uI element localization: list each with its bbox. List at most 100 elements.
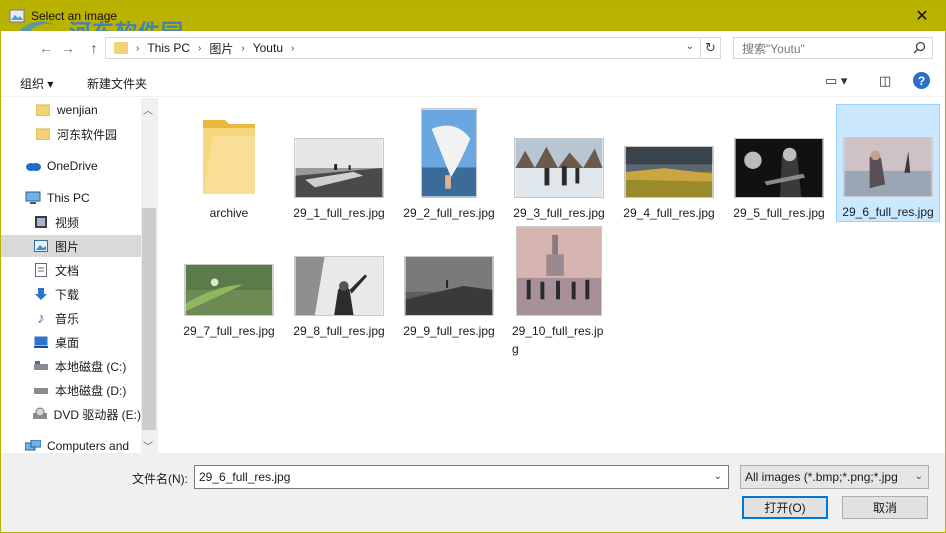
cloud-icon [25,158,41,174]
file-item-image[interactable]: 29_4_full_res.jpg [619,106,719,222]
file-name: archive [209,206,249,220]
cancel-button[interactable]: 取消 [842,496,928,519]
folder-icon [203,120,255,194]
search-icon [913,41,926,54]
image-thumbnail [294,138,384,198]
file-name: 29_7_full_res.jpg [183,324,275,338]
file-name: 29_5_full_res.jpg [733,206,825,220]
search-input[interactable]: 搜索"Youtu" [733,37,933,59]
sidebar-item-music[interactable]: ♪ 音乐 [1,307,141,329]
preview-pane-icon[interactable]: ◫ [879,73,891,89]
chevron-down-icon[interactable]: ﹀ [143,438,153,453]
sidebar-item-drive-d[interactable]: 本地磁盘 (D:) [1,379,141,401]
file-name: 29_4_full_res.jpg [623,206,715,220]
back-arrow-icon: ← [39,40,53,56]
sidebar-item-network[interactable]: Computers and [1,435,141,453]
back-button[interactable]: ← [37,39,55,57]
file-name: 29_8_full_res.jpg [293,324,385,338]
search-placeholder: 搜索"Youtu" [742,41,805,56]
file-type-select[interactable]: All images (*.bmp;*.png;*.jpg ⌄ [740,465,929,489]
address-bar[interactable]: › This PC › 图片 › Youtu › ⌄ [105,37,721,59]
help-icon[interactable]: ? [913,72,930,89]
file-item-image-selected[interactable]: 29_6_full_res.jpg [836,104,940,222]
sidebar-item-drive-c[interactable]: 本地磁盘 (C:) [1,355,141,377]
refresh-icon: ↻ [705,40,716,55]
desktop-icon [33,334,49,350]
sidebar-item-label: 音乐 [55,311,80,326]
image-thumbnail [624,146,714,198]
close-button[interactable]: ✕ [899,1,945,31]
sidebar-item-label: 文档 [55,263,80,278]
dvd-icon [33,406,48,422]
up-arrow-icon: ↑ [90,40,98,56]
forward-button[interactable]: → [59,39,77,57]
file-item-image[interactable]: 29_5_full_res.jpg [729,106,829,222]
filename-input[interactable]: 29_6_full_res.jpg ⌄ [194,465,729,489]
file-item-image[interactable]: 29_7_full_res.jpg [179,224,279,340]
chevron-down-icon[interactable]: ⌄ [714,471,722,482]
title-bar[interactable]: Select an image ✕ [1,1,945,31]
file-grid: archive 29_1_full_res.jpg 29_2_full_res.… [159,98,945,453]
image-thumbnail [516,226,602,316]
file-item-image[interactable]: 29_10_full_res.jpg [509,224,609,358]
file-name: 29_3_full_res.jpg [513,206,605,220]
drive-icon [33,382,49,398]
sidebar-item-label: This PC [47,191,90,205]
sidebar-item-documents[interactable]: 文档 [1,259,141,281]
sidebar-item-dvd-e[interactable]: DVD 驱动器 (E:) [1,403,141,425]
chevron-right-icon: › [198,42,202,54]
view-options-button[interactable]: ▭ ▾ [825,73,847,89]
folder-icon [114,42,128,54]
network-icon [25,438,41,453]
download-icon [33,286,49,302]
breadcrumb-this-pc[interactable]: This PC [143,41,194,55]
new-folder-button[interactable]: 新建文件夹 [87,75,147,92]
sidebar-item-pictures[interactable]: 图片 [1,235,141,257]
sidebar-item-label: 图片 [55,239,80,254]
file-item-image[interactable]: 29_3_full_res.jpg [509,106,609,222]
breadcrumb-pictures[interactable]: 图片 [205,40,237,57]
image-thumbnail [734,138,824,198]
file-name: 29_2_full_res.jpg [403,206,495,220]
chevron-up-icon[interactable]: ︿ [143,102,153,117]
sidebar-scroll-thumb[interactable] [142,208,156,430]
window-title: Select an image [31,9,118,23]
close-icon: ✕ [915,8,929,25]
document-icon [33,262,49,278]
file-item-image[interactable]: 29_8_full_res.jpg [289,224,389,340]
sidebar-item-label: 本地磁盘 (D:) [55,383,127,398]
sidebar-item-videos[interactable]: 视频 [1,211,141,233]
sidebar-item-this-pc[interactable]: This PC [1,187,141,209]
file-name: 29_6_full_res.jpg [842,205,934,219]
sidebar-item-label: 桌面 [55,335,80,350]
sidebar-item-wenjian[interactable]: wenjian [1,99,141,121]
file-item-archive[interactable]: archive [179,106,279,222]
chevron-down-icon[interactable]: ⌄ [686,41,694,52]
file-name: 29_9_full_res.jpg [403,324,495,338]
file-item-image[interactable]: 29_2_full_res.jpg [399,106,499,222]
file-name: 29_10_full_res.jpg [512,324,604,356]
chevron-right-icon: › [136,42,140,54]
sidebar-item-desktop[interactable]: 桌面 [1,331,141,353]
sidebar-item-hedong[interactable]: 河东软件园 [1,123,141,145]
up-button[interactable]: ↑ [85,39,103,57]
organize-menu[interactable]: 组织 ▾ [20,75,53,92]
navigation-pane: wenjian 河东软件园 OneDrive This PC 视频 图片 文档 [1,98,159,453]
file-name: 29_1_full_res.jpg [293,206,385,220]
refresh-button[interactable]: ↻ [700,37,720,59]
filename-label: 文件名(N): [132,472,188,486]
sidebar-item-label: 本地磁盘 (C:) [55,359,127,374]
breadcrumb-youtu[interactable]: Youtu [249,41,287,55]
image-thumbnail [843,137,933,197]
sidebar-item-downloads[interactable]: 下载 [1,283,141,305]
video-icon [33,214,49,230]
file-dialog: Select an image ✕ 河东软件园 www.pc0359.cn ← … [0,0,946,533]
file-item-image[interactable]: 29_9_full_res.jpg [399,224,499,340]
dialog-footer: 文件名(N): 29_6_full_res.jpg ⌄ All images (… [1,453,945,532]
open-button[interactable]: 打开(O) [742,496,828,519]
sidebar-item-onedrive[interactable]: OneDrive [1,155,141,177]
file-type-value: All images (*.bmp;*.png;*.jpg [745,470,898,484]
file-item-image[interactable]: 29_1_full_res.jpg [289,106,389,222]
address-row: ← → ↑ › This PC › 图片 › Youtu › ⌄ ↻ 搜索"Yo… [1,31,945,65]
image-thumbnail [404,256,494,316]
